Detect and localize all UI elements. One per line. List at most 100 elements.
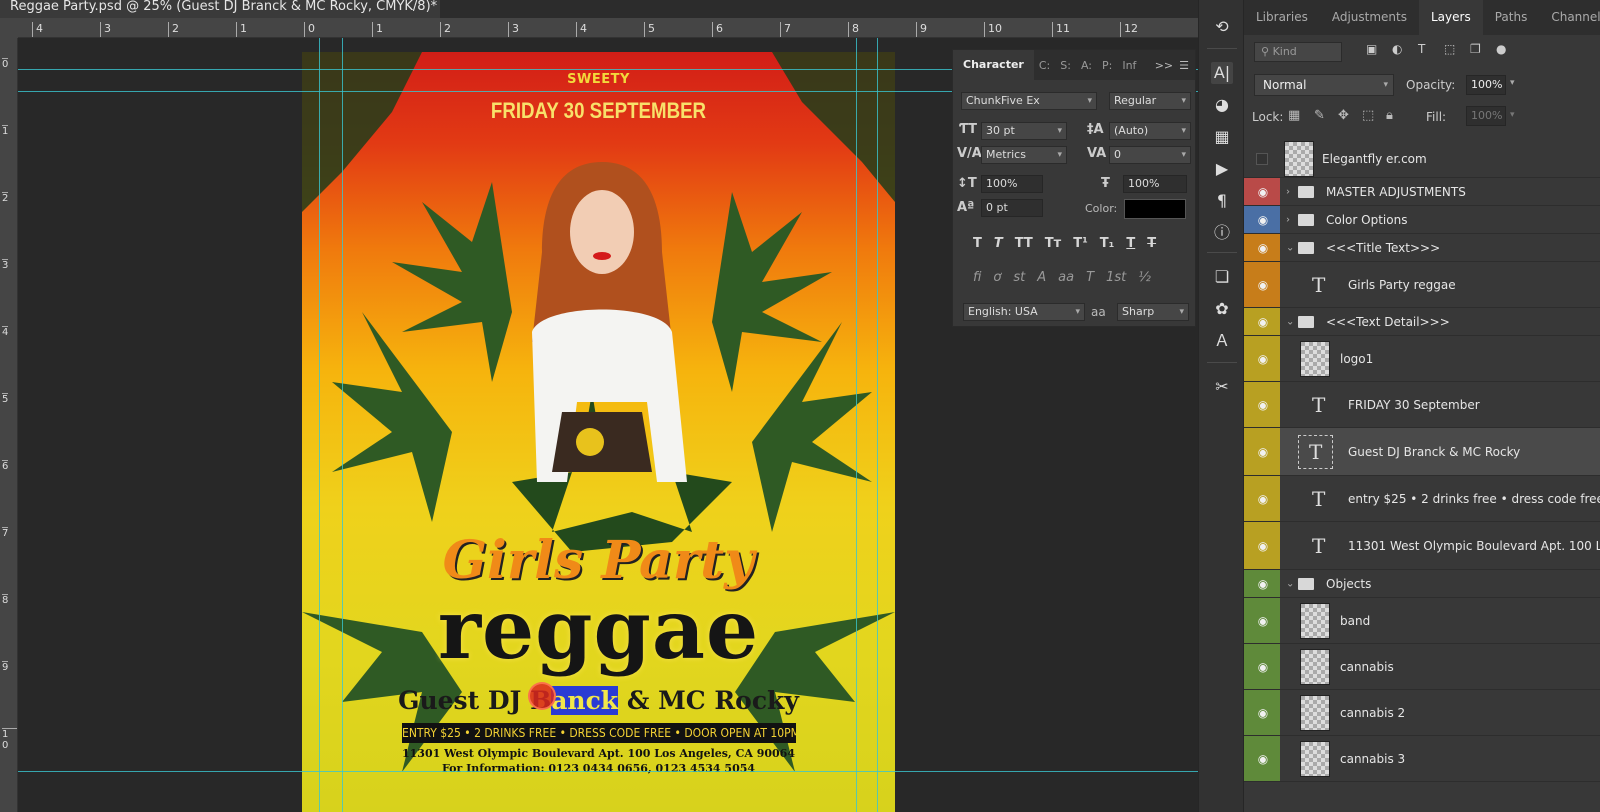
visibility-toggle[interactable]: ◉: [1244, 308, 1280, 335]
underline-button[interactable]: T: [1126, 236, 1135, 251]
small-caps-button[interactable]: Tт: [1045, 236, 1061, 251]
faux-italic-button[interactable]: T: [994, 236, 1003, 251]
layer-row[interactable]: ◉ T 11301 West Olympic Boulevard Apt. 100 …: [1244, 522, 1600, 570]
tab-a[interactable]: A:: [1076, 59, 1097, 72]
chevron-right-icon[interactable]: ›: [1286, 186, 1290, 197]
layer-row[interactable]: ◉ Tentry $25 • 2 drinks free • dress code…: [1244, 476, 1600, 522]
swash-button[interactable]: A: [1037, 270, 1046, 285]
opacity-input[interactable]: 100%: [1466, 75, 1506, 95]
blend-mode-select[interactable]: Normal ▾: [1254, 74, 1394, 96]
fill-input[interactable]: 100%: [1466, 106, 1506, 126]
lock-artboard-icon[interactable]: ⬚: [1362, 108, 1374, 123]
clone-source-icon[interactable]: ❏: [1211, 266, 1233, 288]
tool-presets-icon[interactable]: ✂: [1211, 376, 1233, 398]
smart-object-filter-icon[interactable]: ❐: [1470, 42, 1481, 56]
tab-s[interactable]: S:: [1055, 59, 1076, 72]
character-icon[interactable]: A|: [1211, 62, 1233, 84]
ordinals-button[interactable]: 1st: [1106, 270, 1126, 285]
strikethrough-button[interactable]: T: [1147, 236, 1156, 251]
fractions-button[interactable]: ½: [1138, 270, 1151, 285]
lock-transparent-icon[interactable]: ▦: [1288, 108, 1300, 123]
subscript-button[interactable]: T₁: [1100, 236, 1115, 251]
more-tabs-icon[interactable]: >>: [1155, 59, 1179, 72]
chevron-down-icon[interactable]: ▾: [1510, 110, 1515, 120]
tracking-select[interactable]: 0 ▾: [1109, 146, 1191, 164]
layer-row[interactable]: ◉ logo1: [1244, 336, 1600, 382]
baseline-shift-input[interactable]: 0 pt: [981, 199, 1043, 217]
tab-character[interactable]: Character: [953, 50, 1034, 80]
flyer-artwork[interactable]: SWEETY FRIDAY 30 SEPTEMBER Girls Party r…: [302, 52, 895, 812]
guide-line[interactable]: [856, 38, 857, 812]
font-size-select[interactable]: 30 pt ▾: [981, 122, 1067, 140]
layer-row[interactable]: ◉ ⌄ <<<Title Text>>>: [1244, 234, 1600, 262]
panel-menu-icon[interactable]: ☰: [1179, 59, 1195, 72]
titling-button[interactable]: T: [1086, 270, 1094, 285]
layer-row[interactable]: ◉ T Girls Party reggae: [1244, 262, 1600, 308]
guide-line[interactable]: [319, 38, 320, 812]
layer-row[interactable]: ◉ ⌄ Objects: [1244, 570, 1600, 598]
visibility-toggle[interactable]: [1244, 140, 1280, 177]
tab-info[interactable]: Inf: [1117, 59, 1141, 72]
tab-layers[interactable]: Layers: [1418, 0, 1483, 35]
flyer-guest-line[interactable]: Guest DJ Banck & MC Rocky: [302, 686, 895, 715]
visibility-toggle[interactable]: ◉: [1244, 598, 1280, 643]
vertical-scale-input[interactable]: 100%: [981, 175, 1043, 193]
3d-icon[interactable]: ✿: [1211, 298, 1233, 320]
visibility-toggle[interactable]: ◉: [1244, 428, 1280, 475]
horizontal-ruler[interactable]: 4 3 2 1 0 1 2 3 4 5 6 7 8 9 10 11 12: [18, 18, 1198, 38]
grid-icon[interactable]: ▦: [1211, 126, 1233, 148]
type-filter-icon[interactable]: T: [1418, 42, 1425, 56]
stylistic-alternates-button[interactable]: aa: [1058, 270, 1074, 285]
chevron-down-icon[interactable]: ⌄: [1286, 242, 1294, 253]
layer-row[interactable]: ◉ ⌄ <<<Text Detail>>>: [1244, 308, 1600, 336]
guide-line[interactable]: [18, 771, 1198, 772]
layer-row[interactable]: ◉ T FRIDAY 30 September: [1244, 382, 1600, 428]
tab-paths[interactable]: Paths: [1483, 0, 1540, 35]
filter-toggle-icon[interactable]: ●: [1496, 42, 1506, 56]
old-style-button[interactable]: ơ: [993, 270, 1001, 285]
font-family-select[interactable]: ChunkFive Ex ▾: [961, 92, 1097, 110]
visibility-toggle[interactable]: ◉: [1244, 178, 1280, 205]
chevron-down-icon[interactable]: ⌄: [1286, 316, 1294, 327]
layer-row[interactable]: ◉ band: [1244, 598, 1600, 644]
layer-row[interactable]: ◉ T Guest DJ Branck & MC Rocky: [1244, 428, 1600, 476]
text-color-swatch[interactable]: [1124, 199, 1186, 219]
lock-all-icon[interactable]: 🔒︎: [1386, 108, 1393, 123]
history-icon[interactable]: ⟲: [1211, 16, 1233, 38]
layer-row[interactable]: Elegantfly er.com: [1244, 140, 1600, 178]
ruler-corner[interactable]: [0, 18, 18, 38]
kind-filter-select[interactable]: ⚲ Kind: [1254, 42, 1342, 62]
tab-libraries[interactable]: Libraries: [1244, 0, 1320, 35]
visibility-toggle[interactable]: ◉: [1244, 234, 1280, 261]
visibility-toggle[interactable]: ◉: [1244, 644, 1280, 689]
font-style-select[interactable]: Regular ▾: [1109, 92, 1191, 110]
visibility-toggle[interactable]: ◉: [1244, 570, 1280, 597]
document-tab[interactable]: Reggae Party.psd @ 25% (Guest DJ Branck …: [0, 0, 440, 18]
layer-row[interactable]: ◉ cannabis 3: [1244, 736, 1600, 782]
leading-select[interactable]: (Auto) ▾: [1109, 122, 1191, 140]
shape-filter-icon[interactable]: ⬚: [1444, 42, 1455, 56]
visibility-toggle[interactable]: ◉: [1244, 382, 1280, 427]
visibility-toggle[interactable]: ◉: [1244, 690, 1280, 735]
guide-line[interactable]: [877, 38, 878, 812]
guide-line[interactable]: [342, 38, 343, 812]
lock-position-icon[interactable]: ✥: [1338, 108, 1349, 123]
horizontal-scale-input[interactable]: 100%: [1123, 175, 1187, 193]
chevron-down-icon[interactable]: ⌄: [1286, 578, 1294, 589]
visibility-toggle[interactable]: ◉: [1244, 262, 1280, 307]
play-icon[interactable]: ▶: [1211, 158, 1233, 180]
visibility-toggle[interactable]: ◉: [1244, 476, 1280, 521]
layer-row[interactable]: ◉ cannabis 2: [1244, 690, 1600, 736]
visibility-toggle[interactable]: ◉: [1244, 522, 1280, 569]
faux-bold-button[interactable]: T: [973, 236, 982, 251]
tab-adjustments[interactable]: Adjustments: [1320, 0, 1419, 35]
text-selection[interactable]: anck: [551, 686, 619, 715]
visibility-toggle[interactable]: ◉: [1244, 206, 1280, 233]
antialias-select[interactable]: Sharp ▾: [1117, 303, 1189, 321]
layer-row[interactable]: ◉ › MASTER ADJUSTMENTS: [1244, 178, 1600, 206]
chevron-right-icon[interactable]: ›: [1286, 214, 1290, 225]
adjustment-filter-icon[interactable]: ◐: [1392, 42, 1402, 56]
info-icon[interactable]: ⓘ: [1211, 222, 1233, 244]
kerning-select[interactable]: Metrics ▾: [981, 146, 1067, 164]
ligatures-button[interactable]: ﬁ: [973, 270, 981, 285]
